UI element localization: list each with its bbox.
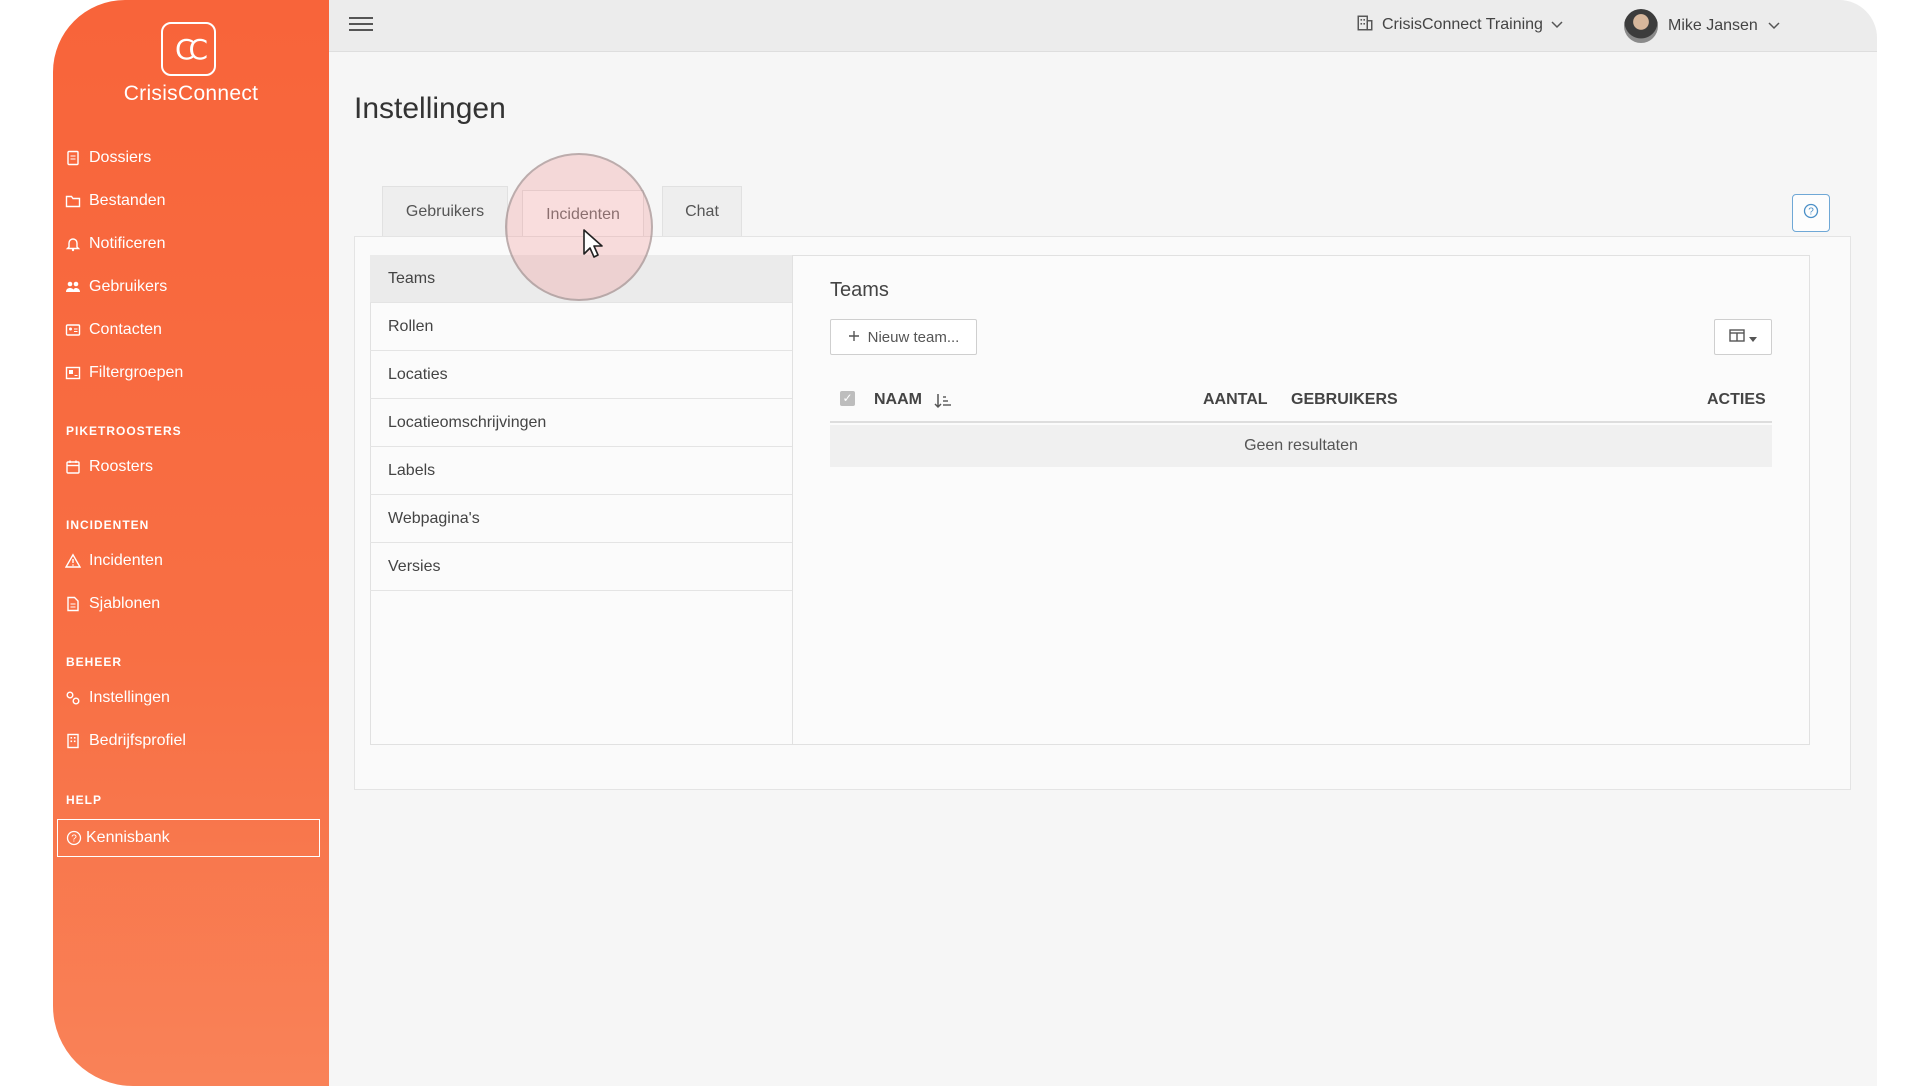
- svg-text:?: ?: [71, 834, 77, 845]
- gears-icon: [65, 690, 81, 706]
- chevron-down-icon: [1768, 17, 1780, 35]
- column-header-naam[interactable]: NAAM: [874, 391, 922, 409]
- submenu-item-locatieomschrijvingen[interactable]: Locatieomschrijvingen: [370, 399, 792, 447]
- help-circle-icon: ?: [1803, 203, 1819, 224]
- logo-mark: CC: [174, 32, 208, 66]
- logo-text: CrisisConnect: [123, 82, 259, 105]
- sidebar-item-instellingen[interactable]: Instellingen: [65, 683, 170, 713]
- sidebar-item-incidenten[interactable]: Incidenten: [64, 546, 163, 576]
- section-heading-piketroosters: PIKETROOSTERS: [66, 424, 182, 438]
- sort-ascending-icon[interactable]: [934, 393, 952, 414]
- select-all-checkbox[interactable]: ✓: [840, 391, 855, 406]
- section-heading-incidenten: INCIDENTEN: [66, 518, 150, 532]
- click-highlight: [505, 153, 653, 301]
- column-header-aantal[interactable]: AANTAL: [1203, 391, 1268, 409]
- page-title: Instellingen: [354, 92, 506, 125]
- tenant-name: CrisisConnect Training: [1382, 16, 1543, 33]
- sidebar-item-roosters[interactable]: Roosters: [65, 452, 153, 482]
- sidebar-item-label: Roosters: [89, 458, 154, 475]
- sidebar-item-label: Kennisbank: [86, 829, 170, 846]
- sidebar-item-dossiers[interactable]: Dossiers: [65, 143, 151, 173]
- column-header-acties: ACTIES: [1707, 391, 1766, 408]
- new-team-button[interactable]: Nieuw team...: [830, 319, 977, 355]
- sidebar-item-contacten[interactable]: Contacten: [65, 315, 162, 345]
- sidebar-item-bedrijfsprofiel[interactable]: Bedrijfsprofiel: [65, 726, 186, 756]
- settings-submenu: Teams Rollen Locaties Locatieomschrijvin…: [370, 255, 793, 745]
- column-header-gebruikers[interactable]: GEBRUIKERS: [1291, 391, 1398, 409]
- submenu-item-locaties[interactable]: Locaties: [370, 351, 792, 399]
- submenu-item-versies[interactable]: Versies: [370, 543, 792, 591]
- help-button[interactable]: ?: [1792, 194, 1830, 232]
- columns-icon: [1729, 329, 1745, 345]
- submenu-item-webpaginas[interactable]: Webpagina's: [370, 495, 792, 543]
- folder-icon: [65, 193, 81, 209]
- sidebar-item-label: Gebruikers: [89, 278, 168, 295]
- sidebar-item-label: Sjablonen: [89, 595, 161, 612]
- building-icon: [1356, 14, 1374, 37]
- sidebar-item-sjablonen[interactable]: Sjablonen: [65, 589, 160, 619]
- sidebar-item-label: Contacten: [89, 321, 162, 338]
- users-icon: [65, 279, 81, 295]
- topbar: CrisisConnect Training Mike Jansen: [329, 0, 1877, 52]
- filter-group-icon: [65, 365, 81, 381]
- svg-text:?: ?: [1808, 206, 1814, 217]
- menu-toggle-icon[interactable]: [349, 13, 373, 35]
- chevron-down-icon: [1551, 16, 1563, 34]
- user-menu[interactable]: Mike Jansen: [1624, 8, 1780, 44]
- sidebar-item-label: Bestanden: [89, 192, 166, 209]
- sidebar-item-bestanden[interactable]: Bestanden: [65, 186, 166, 216]
- empty-results: Geen resultaten: [830, 425, 1772, 467]
- tab-chat[interactable]: Chat: [662, 186, 742, 236]
- table-header: ✓ NAAM AANTAL GEBRUIKERS ACTIES: [830, 385, 1772, 423]
- warning-icon: [64, 553, 82, 569]
- calendar-icon: [65, 459, 81, 475]
- avatar: [1624, 9, 1658, 43]
- sidebar-item-label: Dossiers: [89, 149, 152, 166]
- sidebar-item-label: Instellingen: [89, 689, 170, 706]
- sidebar-item-filtergroepen[interactable]: Filtergroepen: [65, 358, 183, 388]
- section-heading-help: HELP: [66, 793, 103, 807]
- section-heading-beheer: BEHEER: [66, 655, 123, 669]
- plus-icon: [848, 329, 860, 346]
- sidebar-item-label: Notificeren: [89, 235, 166, 252]
- content-title: Teams: [830, 279, 889, 301]
- sidebar-item-label: Incidenten: [89, 552, 163, 569]
- submenu-item-labels[interactable]: Labels: [370, 447, 792, 495]
- sidebar-item-gebruikers[interactable]: Gebruikers: [65, 272, 167, 302]
- sidebar-item-notificeren[interactable]: Notificeren: [65, 229, 165, 259]
- tab-gebruikers[interactable]: Gebruikers: [382, 186, 508, 236]
- caret-down-icon: [1749, 329, 1757, 345]
- file-icon: [65, 150, 81, 166]
- submenu-item-rollen[interactable]: Rollen: [370, 303, 792, 351]
- sidebar-item-label: Filtergroepen: [89, 364, 184, 381]
- sidebar: CC CrisisConnect Dossiers Bestanden Noti…: [53, 0, 329, 1086]
- new-team-label: Nieuw team...: [867, 328, 960, 346]
- user-name: Mike Jansen: [1668, 17, 1758, 34]
- sidebar-item-label: Bedrijfsprofiel: [89, 732, 186, 749]
- contact-card-icon: [65, 322, 81, 338]
- column-toggle-button[interactable]: [1714, 319, 1772, 355]
- help-circle-icon: ?: [66, 830, 82, 846]
- mouse-cursor-icon: [582, 228, 604, 260]
- logo-icon[interactable]: CC: [161, 22, 216, 76]
- tenant-selector[interactable]: CrisisConnect Training: [1356, 12, 1563, 38]
- bell-icon: [65, 236, 81, 252]
- document-icon: [65, 596, 81, 612]
- building-icon: [65, 733, 81, 749]
- sidebar-item-kennisbank[interactable]: ? Kennisbank: [57, 819, 320, 857]
